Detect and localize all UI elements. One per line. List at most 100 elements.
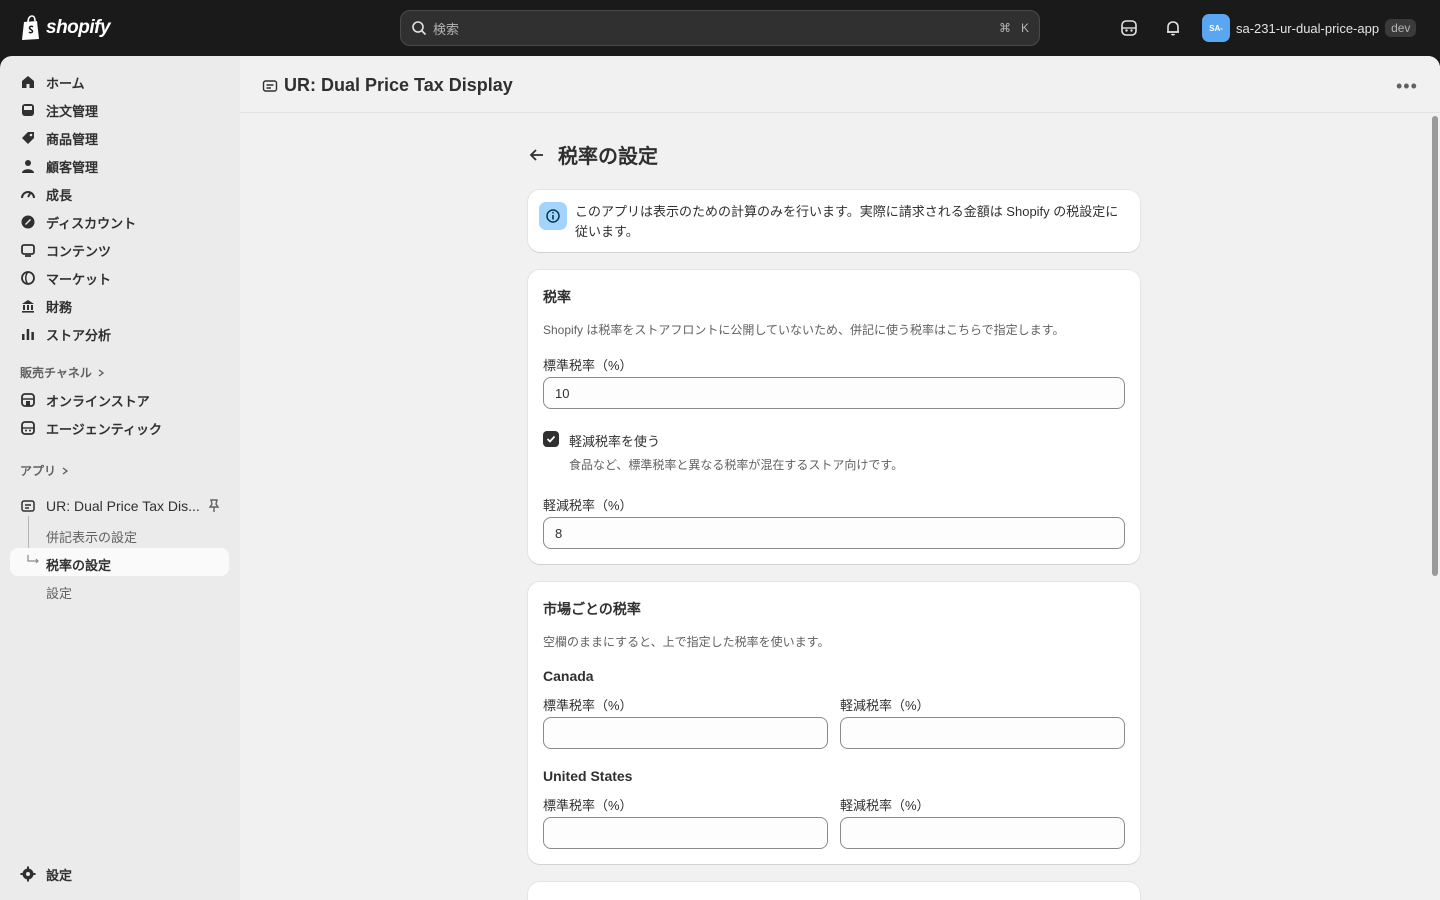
standard-rate-label: 標準税率（%） xyxy=(543,358,633,373)
content-icon xyxy=(21,244,35,257)
page-header: 税率の設定 xyxy=(528,140,658,169)
sidebar-item-label: コンテンツ xyxy=(46,243,112,259)
sales-channels-section[interactable]: 販売チャネル xyxy=(20,364,106,381)
sidebar-item-markets[interactable]: マーケット xyxy=(10,264,229,292)
section-label: アプリ xyxy=(20,464,57,478)
sidebar-item-finance[interactable]: 財務 xyxy=(10,292,229,320)
sidebar-item-growth[interactable]: 成長 xyxy=(10,180,229,208)
avatar: SA- xyxy=(1202,14,1230,42)
reduced-rate-input[interactable]: 8 xyxy=(543,517,1125,549)
market-standard-label: 標準税率（%） xyxy=(543,698,633,713)
shopify-logo[interactable]: shopify xyxy=(20,15,111,41)
store-icon xyxy=(21,393,35,407)
back-arrow-icon[interactable] xyxy=(528,146,546,164)
shortcut-key: K xyxy=(1020,21,1029,35)
scrollbar[interactable] xyxy=(1432,116,1438,576)
sidebar-item-home[interactable]: ホーム xyxy=(10,68,229,96)
sidebar-item-settings[interactable]: 設定 xyxy=(10,860,229,888)
canada-standard-input[interactable] xyxy=(543,717,828,749)
canada-reduced-input[interactable] xyxy=(840,717,1125,749)
logo-text: shopify xyxy=(46,17,111,38)
check-icon xyxy=(546,435,556,443)
sidebar-item-agentic[interactable]: エージェンティック xyxy=(10,414,229,442)
sidebar-subitem-tax[interactable]: 税率の設定 xyxy=(46,555,111,574)
chart-icon xyxy=(22,329,34,340)
sidebar-item-orders[interactable]: 注文管理 xyxy=(10,96,229,124)
sidebar-item-label: 注文管理 xyxy=(46,103,99,119)
sidebar-item-products[interactable]: 商品管理 xyxy=(10,124,229,152)
chevron-right-icon xyxy=(62,466,69,475)
app-title-bar: UR: Dual Price Tax Display ••• xyxy=(240,56,1440,113)
sidebar-item-label: 設定 xyxy=(46,867,73,883)
app-icon xyxy=(21,500,35,512)
store-name: sa-231-ur-dual-price-app xyxy=(1236,20,1380,36)
store-menu[interactable]: SA- sa-231-ur-dual-price-app dev xyxy=(1202,14,1417,42)
sidebar-item-label: 財務 xyxy=(46,299,73,315)
sidebar-item-label: 商品管理 xyxy=(46,131,99,147)
home-icon xyxy=(22,76,34,88)
gear-icon xyxy=(20,866,36,882)
orders-icon xyxy=(22,104,34,116)
apps-section[interactable]: アプリ xyxy=(20,462,70,479)
market-reduced-label: 軽減税率（%） xyxy=(840,698,930,713)
sidebar-item-label: UR: Dual Price Tax Dis... xyxy=(46,498,200,514)
us-standard-input[interactable] xyxy=(543,817,828,849)
main-content: UR: Dual Price Tax Display ••• 税率の設定 このア… xyxy=(240,56,1440,900)
search-input[interactable]: 検索 ⌘ K xyxy=(400,10,1040,46)
pin-icon[interactable] xyxy=(206,498,222,514)
card-description: 空欄のままにすると、上で指定した税率を使います。 xyxy=(543,635,830,649)
sidebar-item-customers[interactable]: 顧客管理 xyxy=(10,152,229,180)
sidebar-item-label: ディスカウント xyxy=(46,215,137,231)
tax-rate-card: 税率 Shopify は税率をストアフロントに公開していないため、併記に使う税率… xyxy=(528,270,1140,564)
us-reduced-input[interactable] xyxy=(840,817,1125,849)
market-name: United States xyxy=(543,768,633,784)
section-label: 販売チャネル xyxy=(20,366,92,380)
sidebar-subitem-settings[interactable]: 設定 xyxy=(46,583,72,602)
reduced-rate-checkbox-label[interactable]: 軽減税率を使う xyxy=(569,431,660,450)
card-title: 税率 xyxy=(543,289,571,305)
sidebar-item-online-store[interactable]: オンラインストア xyxy=(10,386,229,414)
sidebar-item-analytics[interactable]: ストア分析 xyxy=(10,320,229,348)
sidebar-item-label: ストア分析 xyxy=(46,327,112,343)
discount-icon xyxy=(21,215,35,229)
market-reduced-label: 軽減税率（%） xyxy=(840,798,930,813)
more-actions-button[interactable]: ••• xyxy=(1396,76,1418,97)
reduced-rate-checkbox[interactable] xyxy=(543,431,559,447)
bell-icon[interactable] xyxy=(1163,18,1183,38)
next-card xyxy=(528,882,1140,900)
sidebar-item-app[interactable]: UR: Dual Price Tax Dis... xyxy=(10,492,229,520)
sidebar-item-label: ホーム xyxy=(46,75,85,91)
market-standard-label: 標準税率（%） xyxy=(543,798,633,813)
standard-rate-input[interactable]: 10 xyxy=(543,377,1125,409)
sidekick-icon[interactable] xyxy=(1119,18,1139,38)
card-description: Shopify は税率をストアフロントに公開していないため、併記に使う税率はこち… xyxy=(543,323,1065,337)
gauge-icon xyxy=(21,191,35,199)
sidebar-item-label: マーケット xyxy=(46,271,112,287)
sidebar-item-content[interactable]: コンテンツ xyxy=(10,236,229,264)
sidebar-subitem-display[interactable]: 併記表示の設定 xyxy=(46,527,137,546)
person-icon xyxy=(22,160,34,173)
market-tax-card: 市場ごとの税率 空欄のままにすると、上で指定した税率を使います。 Canada … xyxy=(528,582,1140,864)
page-title: 税率の設定 xyxy=(558,146,658,168)
chevron-right-icon xyxy=(98,368,105,377)
sidebar-item-label: エージェンティック xyxy=(46,421,162,437)
tag-icon xyxy=(22,132,34,144)
sidebar-item-label: 顧客管理 xyxy=(46,159,99,175)
bank-icon xyxy=(22,300,34,313)
dev-badge: dev xyxy=(1385,19,1417,37)
agentic-icon xyxy=(21,421,35,435)
globe-icon xyxy=(21,271,35,285)
sidebar-item-discounts[interactable]: ディスカウント xyxy=(10,208,229,236)
info-banner: このアプリは表示のための計算のみを行います。実際に請求される金額は Shopif… xyxy=(528,190,1140,252)
tree-branch-icon xyxy=(27,555,39,564)
reduced-rate-help: 食品など、標準税率と異なる税率が混在するストア向けです。 xyxy=(569,458,904,472)
search-placeholder: 検索 xyxy=(433,21,460,37)
shopify-bag-icon xyxy=(22,15,39,40)
sidebar-item-label: オンラインストア xyxy=(46,393,150,409)
market-name: Canada xyxy=(543,668,594,684)
banner-text: このアプリは表示のための計算のみを行います。実際に請求される金額は Shopif… xyxy=(575,204,1119,239)
reduced-rate-label: 軽減税率（%） xyxy=(543,498,633,513)
shortcut-cmd: ⌘ xyxy=(998,21,1011,35)
app-title: UR: Dual Price Tax Display xyxy=(284,75,513,95)
card-title: 市場ごとの税率 xyxy=(543,601,641,617)
